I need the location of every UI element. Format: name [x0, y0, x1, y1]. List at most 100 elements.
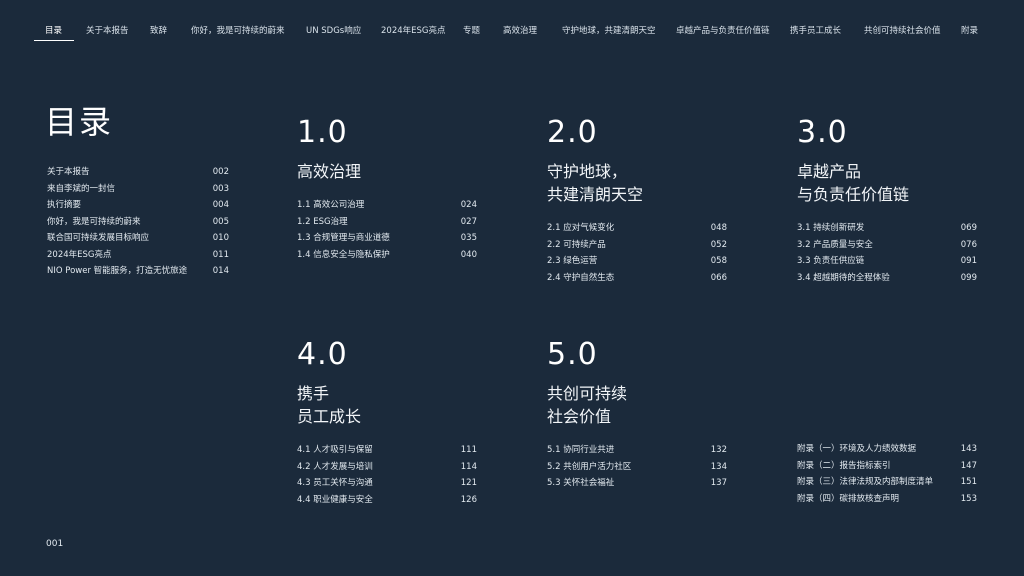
toc-row[interactable]: 联合国可持续发展目标响应 010 — [47, 230, 229, 247]
section-item[interactable]: 3.1 持续创新研发 069 — [797, 220, 977, 237]
section-title[interactable]: 高效治理 — [297, 160, 477, 183]
toc-page: 004 — [212, 200, 229, 210]
section-item[interactable]: 1.3 合规管理与商业道德 035 — [297, 230, 477, 247]
section-item[interactable]: 5.1 协同行业共进 132 — [547, 442, 727, 459]
appendix-item-page: 143 — [960, 444, 977, 454]
nav-item-toc[interactable]: 目录 — [45, 24, 62, 36]
nav-item-about-report[interactable]: 关于本报告 — [86, 24, 129, 36]
section-item[interactable]: 1.2 ESG治理 027 — [297, 214, 477, 231]
toc-page: 003 — [212, 183, 229, 194]
nav-item-address[interactable]: 致辞 — [150, 24, 167, 36]
section-item[interactable]: 1.1 高效公司治理 024 — [297, 197, 477, 214]
nav-item-planet[interactable]: 守护地球，共建清朗天空 — [562, 24, 656, 36]
section-item[interactable]: 2.4 守护自然生态 066 — [547, 270, 727, 287]
section-title-line: 携手 — [297, 384, 330, 403]
section-title[interactable]: 共创可持续 社会价值 — [547, 382, 727, 428]
section-title-line: 共创可持续 — [547, 384, 628, 403]
section-item[interactable]: 3.4 超越期待的全程体验 099 — [797, 270, 977, 287]
top-navigation: 目录 关于本报告 致辞 你好，我是可持续的蔚来 UN SDGs响应 2024年E… — [0, 0, 1024, 44]
nav-item-employees[interactable]: 携手员工成长 — [790, 24, 841, 36]
section-item-page: 099 — [960, 272, 977, 283]
appendix-item-label: 附录（四）碳排放核查声明 — [797, 493, 900, 504]
section-item-label: 4.1 人才吸引与保留 — [297, 445, 373, 455]
section-item-page: 052 — [710, 239, 727, 250]
toc-row[interactable]: 来自李斌的一封信 003 — [47, 181, 229, 198]
section-item-label: 3.1 持续创新研发 — [797, 223, 865, 233]
section-item-label: 1.2 ESG治理 — [297, 216, 348, 227]
nav-item-special-topic[interactable]: 专题 — [463, 24, 480, 36]
appendix-item[interactable]: 附录（三）法律法规及内部制度清单 151 — [797, 474, 977, 491]
toc-row[interactable]: 2024年ESG亮点 011 — [47, 247, 229, 264]
section-item-label: 2.1 应对气候变化 — [547, 223, 615, 233]
section-item-page: 076 — [960, 239, 977, 250]
section-governance: 1.0 高效治理 1.1 高效公司治理 024 1.2 ESG治理 027 1.3 … — [297, 116, 477, 263]
appendix-item[interactable]: 附录（四）碳排放核查声明 153 — [797, 491, 977, 508]
nav-item-sustainable-nio[interactable]: 你好，我是可持续的蔚来 — [191, 24, 285, 36]
appendix-item-page: 151 — [960, 477, 977, 487]
section-item[interactable]: 3.2 产品质量与安全 076 — [797, 237, 977, 254]
section-item-page: 066 — [710, 272, 727, 283]
section-products: 3.0 卓越产品与负责任价值链 3.1 持续创新研发 069 3.2 产品质量与安… — [797, 116, 977, 286]
section-employees: 4.0 携手员工成长 4.1 人才吸引与保留 111 4.2 人才发展与培训 114… — [297, 338, 477, 508]
section-item[interactable]: 3.3 负责任供应链 091 — [797, 253, 977, 270]
nav-item-un-sdgs[interactable]: UN SDGs响应 — [306, 24, 361, 36]
nav-item-governance[interactable]: 高效治理 — [503, 24, 537, 36]
toc-row[interactable]: 你好，我是可持续的蔚来 005 — [47, 214, 229, 231]
section-item-page: 137 — [710, 478, 727, 488]
section-item-page: 035 — [460, 233, 477, 243]
section-item-label: 3.4 超越期待的全程体验 — [797, 272, 890, 283]
appendix-item-label: 附录（二）报告指标索引 — [797, 460, 891, 471]
section-item-label: 5.1 协同行业共进 — [547, 445, 615, 455]
section-item-label: 3.2 产品质量与安全 — [797, 239, 873, 250]
appendix-item[interactable]: 附录（一）环境及人力绩效数据 143 — [797, 441, 977, 458]
toc-label: 2024年ESG亮点 — [47, 249, 112, 260]
section-item[interactable]: 2.2 可持续产品 052 — [547, 237, 727, 254]
section-title[interactable]: 携手 员工成长 — [297, 382, 477, 428]
section-title-line: 卓越产品 — [797, 162, 862, 181]
section-item[interactable]: 4.1 人才吸引与保留 111 — [297, 442, 477, 459]
nav-item-society[interactable]: 共创可持续社会价值 — [864, 24, 941, 36]
section-title-line: 与负责任价值链 — [797, 185, 910, 204]
toc-page: 011 — [212, 249, 229, 260]
nav-item-esg-highlights[interactable]: 2024年ESG亮点 — [381, 24, 446, 36]
section-item[interactable]: 5.2 共创用户活力社区 134 — [547, 459, 727, 476]
section-title-line: 共建清朗天空 — [547, 185, 644, 204]
toc-label: NIO Power 智能服务，打造无忧旅途 — [47, 266, 188, 276]
section-item[interactable]: 1.4 信息安全与隐私保护 040 — [297, 247, 477, 264]
section-item-label: 2.4 守护自然生态 — [547, 272, 615, 283]
section-title[interactable]: 守护地球， 共建清朗天空 — [547, 160, 727, 206]
toc-row[interactable]: 执行摘要 004 — [47, 197, 229, 214]
section-item-label: 2.3 绿色运营 — [547, 256, 598, 266]
appendix-item-label: 附录（一）环境及人力绩效数据 — [797, 444, 917, 454]
section-item-page: 114 — [460, 461, 477, 472]
front-matter-toc: 关于本报告 002 来自李斌的一封信 003 执行摘要 004 你好，我是可持续的蔚来… — [47, 164, 229, 280]
toc-page: 005 — [212, 216, 229, 227]
section-number: 3.0 — [797, 115, 848, 150]
section-title-line: 员工成长 — [297, 407, 362, 426]
section-item-label: 4.2 人才发展与培训 — [297, 461, 373, 472]
section-item[interactable]: 4.3 员工关怀与沟通 121 — [297, 475, 477, 492]
section-item[interactable]: 5.3 关怀社会福祉 137 — [547, 475, 727, 492]
toc-label: 关于本报告 — [47, 167, 90, 177]
toc-row[interactable]: NIO Power 智能服务，打造无忧旅途 014 — [47, 263, 229, 280]
toc-label: 你好，我是可持续的蔚来 — [47, 216, 141, 227]
toc-row[interactable]: 关于本报告 002 — [47, 164, 229, 181]
section-title[interactable]: 卓越产品与负责任价值链 — [797, 160, 977, 206]
section-item-page: 069 — [960, 223, 977, 233]
section-item[interactable]: 2.3 绿色运营 058 — [547, 253, 727, 270]
nav-item-appendix[interactable]: 附录 — [961, 24, 978, 36]
section-item-label: 1.1 高效公司治理 — [297, 200, 365, 210]
section-item-page: 058 — [710, 256, 727, 266]
section-title-line: 社会价值 — [547, 407, 612, 426]
section-item-page: 048 — [710, 223, 727, 233]
appendix-item[interactable]: 附录（二）报告指标索引 147 — [797, 458, 977, 475]
section-number: 4.0 — [297, 337, 348, 372]
section-item[interactable]: 4.2 人才发展与培训 114 — [297, 459, 477, 476]
section-item[interactable]: 2.1 应对气候变化 048 — [547, 220, 727, 237]
section-title-line: 守护地球， — [547, 162, 628, 181]
appendix-list: 附录（一）环境及人力绩效数据 143 附录（二）报告指标索引 147 附录（三）法律… — [797, 441, 977, 507]
toc-label: 来自李斌的一封信 — [47, 183, 116, 194]
section-planet: 2.0 守护地球， 共建清朗天空 2.1 应对气候变化 048 2.2 可持续产品 0… — [547, 116, 727, 286]
section-item[interactable]: 4.4 职业健康与安全 126 — [297, 492, 477, 509]
nav-item-products[interactable]: 卓越产品与负责任价值链 — [676, 24, 770, 36]
